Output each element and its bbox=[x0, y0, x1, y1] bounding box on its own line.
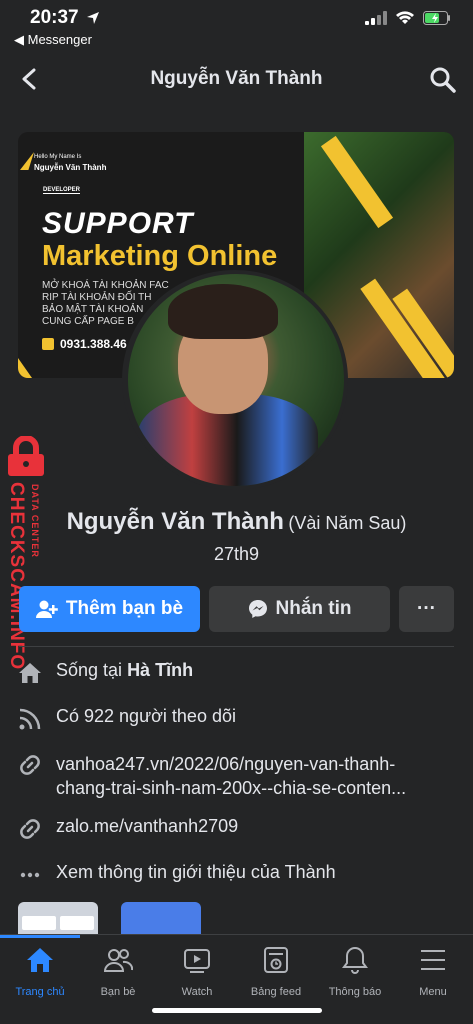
lives-place-link[interactable]: Hà Tĩnh bbox=[127, 660, 193, 680]
profile-name-main: Nguyễn Văn Thành bbox=[66, 508, 284, 535]
feed-icon bbox=[264, 947, 288, 973]
search-icon bbox=[430, 67, 456, 93]
tab-label: Watch bbox=[181, 986, 213, 998]
zalo-link-text: zalo.me/vanthanh2709 bbox=[56, 816, 239, 836]
active-tab-indicator bbox=[0, 935, 80, 938]
see-about-text: Xem thông tin giới thiệu của Thành bbox=[56, 862, 336, 882]
tab-menu[interactable]: Menu bbox=[393, 945, 473, 998]
profile-name: Nguyễn Văn Thành (Vài Năm Sau) bbox=[0, 508, 473, 536]
tab-label: Menu bbox=[419, 986, 447, 998]
cover-service-line: RIP TÀI KHOẢN ĐỐI TH bbox=[42, 292, 152, 303]
lives-prefix: Sống tại bbox=[56, 660, 128, 680]
link-icon bbox=[20, 819, 40, 839]
watch-icon bbox=[184, 949, 210, 973]
home-icon bbox=[27, 948, 53, 972]
tab-watch[interactable]: Watch bbox=[157, 945, 237, 998]
info-followers[interactable]: Có 922 người theo dõi bbox=[18, 706, 236, 731]
page-title: Nguyễn Văn Thành bbox=[150, 68, 323, 89]
ellipsis-icon bbox=[20, 872, 40, 878]
more-dots-icon: ··· bbox=[417, 598, 436, 619]
tab-notifications[interactable]: Thông báo bbox=[315, 945, 395, 998]
status-icons bbox=[365, 10, 451, 25]
battery-icon bbox=[423, 10, 450, 25]
tab-friends[interactable]: Bạn bè bbox=[78, 945, 158, 998]
message-button[interactable]: Nhắn tin bbox=[209, 586, 390, 632]
tab-label: Trang chủ bbox=[15, 986, 65, 998]
messenger-icon bbox=[248, 600, 267, 618]
friends-icon bbox=[103, 949, 134, 972]
tab-label: Thông báo bbox=[328, 986, 382, 998]
followers-text: Có 922 người theo dõi bbox=[56, 706, 236, 726]
tab-label: Bảng feed bbox=[250, 986, 302, 998]
cover-hello-text: Hello My Name Is bbox=[34, 154, 82, 160]
add-friend-icon bbox=[35, 600, 58, 618]
photo-thumbnail[interactable] bbox=[18, 902, 98, 936]
bell-icon bbox=[342, 946, 368, 974]
more-options-button[interactable]: ··· bbox=[399, 586, 454, 632]
photo-content bbox=[60, 916, 94, 930]
profile-alt-name: (Vài Năm Sau) bbox=[288, 513, 407, 533]
info-zalo-link[interactable]: zalo.me/vanthanh2709 bbox=[18, 816, 238, 841]
message-label: Nhắn tin bbox=[275, 598, 352, 619]
wifi-icon bbox=[396, 11, 414, 24]
house-icon bbox=[19, 663, 41, 683]
rss-icon bbox=[19, 708, 41, 730]
cover-hello-name: Nguyễn Văn Thành bbox=[34, 163, 107, 172]
avatar-hair bbox=[168, 284, 278, 339]
cover-phone: 0931.388.46 bbox=[42, 337, 127, 351]
tab-home[interactable]: Trang chủ bbox=[0, 945, 80, 998]
website-link-line1: vanhoa247.vn/2022/06/nguyen-van-thanh- bbox=[56, 754, 396, 774]
cover-logo-icon bbox=[20, 152, 34, 170]
add-friend-button[interactable]: Thêm bạn bè bbox=[19, 586, 200, 632]
divider bbox=[19, 646, 454, 647]
cover-decoration bbox=[18, 358, 32, 378]
menu-icon bbox=[421, 950, 445, 970]
status-bar: 20:37 ◀ Messenger bbox=[0, 0, 473, 52]
lock-icon bbox=[8, 436, 44, 476]
info-lives-in: Sống tại Hà Tĩnh bbox=[18, 660, 193, 685]
cover-phone-number: 0931.388.46 bbox=[60, 337, 127, 351]
location-arrow-icon bbox=[87, 12, 99, 24]
website-link-line2: chang-trai-sinh-nam-200x--chia-se-conten… bbox=[56, 778, 407, 798]
tab-label: Bạn bè bbox=[100, 986, 136, 998]
profile-bio: 27th9 bbox=[213, 544, 260, 564]
home-indicator bbox=[152, 1008, 322, 1013]
profile-avatar[interactable] bbox=[128, 274, 344, 486]
link-icon bbox=[20, 755, 40, 775]
phone-icon bbox=[42, 338, 54, 350]
photo-content bbox=[22, 916, 56, 930]
signal-icon bbox=[365, 10, 387, 25]
status-time: 20:37 bbox=[30, 7, 79, 28]
cover-developer-label: DEVELOPER bbox=[43, 187, 81, 194]
back-to-messenger-link[interactable]: ◀ Messenger bbox=[14, 32, 92, 48]
cover-support-heading: SUPPORT bbox=[42, 207, 194, 240]
search-button[interactable] bbox=[429, 66, 459, 96]
cover-service-line: MỞ KHOÁ TÀI KHOẢN FAC bbox=[42, 280, 169, 291]
cover-marketing-heading: Marketing Online bbox=[42, 240, 278, 272]
tab-feed[interactable]: Bảng feed bbox=[236, 945, 316, 998]
top-navigation: Nguyễn Văn Thành bbox=[0, 52, 473, 108]
photo-thumbnail[interactable] bbox=[121, 902, 201, 936]
info-website-link[interactable]: vanhoa247.vn/2022/06/nguyen-van-thanh- c… bbox=[18, 752, 456, 800]
add-friend-label: Thêm bạn bè bbox=[65, 598, 184, 619]
see-about-info[interactable]: Xem thông tin giới thiệu của Thành bbox=[18, 862, 336, 887]
